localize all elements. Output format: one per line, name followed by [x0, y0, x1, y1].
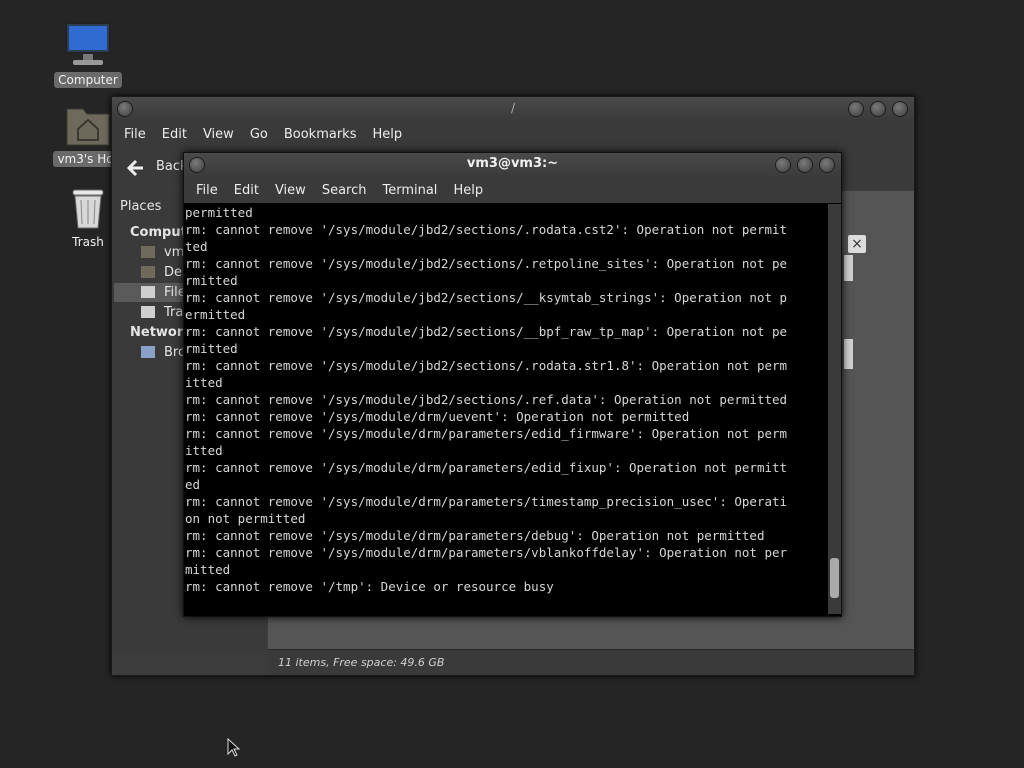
- drive-icon: [141, 286, 155, 298]
- terminal-output[interactable]: permitted rm: cannot remove '/sys/module/…: [185, 204, 826, 614]
- terminal-line: itted: [185, 375, 223, 390]
- mouse-cursor-icon: [227, 738, 241, 757]
- desktop-icon-computer[interactable]: Computer: [43, 22, 133, 88]
- terminal-line: rm: cannot remove '/sys/module/jbd2/sect…: [185, 222, 788, 237]
- terminal-line: ted: [185, 239, 208, 254]
- terminal-line: itted: [185, 443, 223, 458]
- menu-view[interactable]: View: [195, 127, 242, 142]
- terminal-line: mitted: [185, 562, 231, 577]
- home-icon: [141, 246, 155, 258]
- menu-bookmarks[interactable]: Bookmarks: [276, 127, 365, 142]
- file-manager-titlebar[interactable]: /: [112, 97, 914, 121]
- close-icon[interactable]: ×: [848, 235, 866, 253]
- close-button[interactable]: [892, 101, 908, 117]
- terminal-line: ed: [185, 477, 201, 492]
- file-manager-title: /: [510, 101, 516, 115]
- terminal-line: rm: cannot remove '/sys/module/drm/ueven…: [185, 409, 690, 424]
- terminal-window: vm3@vm3:~ File Edit View Search Terminal…: [183, 152, 842, 617]
- terminal-menubar: File Edit View Search Terminal Help: [184, 177, 841, 203]
- terminal-line: on not permitted: [185, 511, 306, 526]
- menu-file[interactable]: File: [116, 127, 154, 142]
- computer-icon: [65, 22, 111, 65]
- desktop-icon-label: Trash: [72, 235, 104, 249]
- terminal-line: rm: cannot remove '/sys/module/jbd2/sect…: [185, 324, 788, 339]
- terminal-line: rm: cannot remove '/sys/module/jbd2/sect…: [185, 256, 788, 271]
- menu-view[interactable]: View: [267, 183, 314, 198]
- terminal-line: rm: cannot remove '/sys/module/jbd2/sect…: [185, 290, 788, 305]
- close-button[interactable]: [819, 157, 835, 173]
- terminal-line: rmitted: [185, 341, 238, 356]
- terminal-scrollbar[interactable]: [828, 204, 841, 614]
- desktop-folder-icon: [141, 266, 155, 278]
- terminal-line: rmitted: [185, 273, 238, 288]
- scrollbar-thumb[interactable]: [830, 558, 839, 598]
- terminal-line: rm: cannot remove '/sys/module/drm/param…: [185, 545, 788, 560]
- desktop-icon-label: Computer: [54, 72, 122, 88]
- menu-help[interactable]: Help: [364, 127, 410, 142]
- terminal-line: rm: cannot remove '/sys/module/jbd2/sect…: [185, 358, 788, 373]
- menu-edit[interactable]: Edit: [226, 183, 267, 198]
- menu-terminal[interactable]: Terminal: [374, 183, 445, 198]
- places-header[interactable]: Places: [120, 199, 161, 214]
- terminal-line: rm: cannot remove '/sys/module/drm/param…: [185, 426, 788, 441]
- menu-file[interactable]: File: [188, 183, 226, 198]
- maximize-button[interactable]: [870, 101, 886, 117]
- terminal-line: permitted: [185, 205, 253, 220]
- terminal-line: rm: cannot remove '/sys/module/jbd2/sect…: [185, 392, 788, 407]
- terminal-title: vm3@vm3:~: [466, 156, 559, 171]
- terminal-titlebar[interactable]: vm3@vm3:~: [184, 153, 841, 177]
- maximize-button[interactable]: [797, 157, 813, 173]
- terminal-line: rm: cannot remove '/sys/module/drm/param…: [185, 528, 765, 543]
- terminal-line: rm: cannot remove '/tmp': Device or reso…: [185, 579, 554, 594]
- file-manager-menubar: File Edit View Go Bookmarks Help: [112, 121, 914, 147]
- view-scrollbar-thumb[interactable]: [844, 339, 853, 369]
- trash-icon: [141, 306, 155, 318]
- trash-icon: [72, 189, 104, 229]
- minimize-button[interactable]: [775, 157, 791, 173]
- terminal-line: ermitted: [185, 307, 246, 322]
- network-icon: [141, 346, 155, 358]
- status-bar: 11 items, Free space: 49.6 GB: [268, 649, 914, 675]
- back-arrow-icon: [126, 159, 143, 177]
- menu-edit[interactable]: Edit: [154, 127, 195, 142]
- minimize-button[interactable]: [848, 101, 864, 117]
- terminal-line: rm: cannot remove '/sys/module/drm/param…: [185, 460, 788, 475]
- view-scrollbar-thumb[interactable]: [844, 255, 853, 281]
- menu-go[interactable]: Go: [242, 127, 276, 142]
- menu-search[interactable]: Search: [314, 183, 375, 198]
- terminal-line: rm: cannot remove '/sys/module/drm/param…: [185, 494, 788, 509]
- home-folder-icon: [66, 108, 110, 146]
- menu-help[interactable]: Help: [445, 183, 491, 198]
